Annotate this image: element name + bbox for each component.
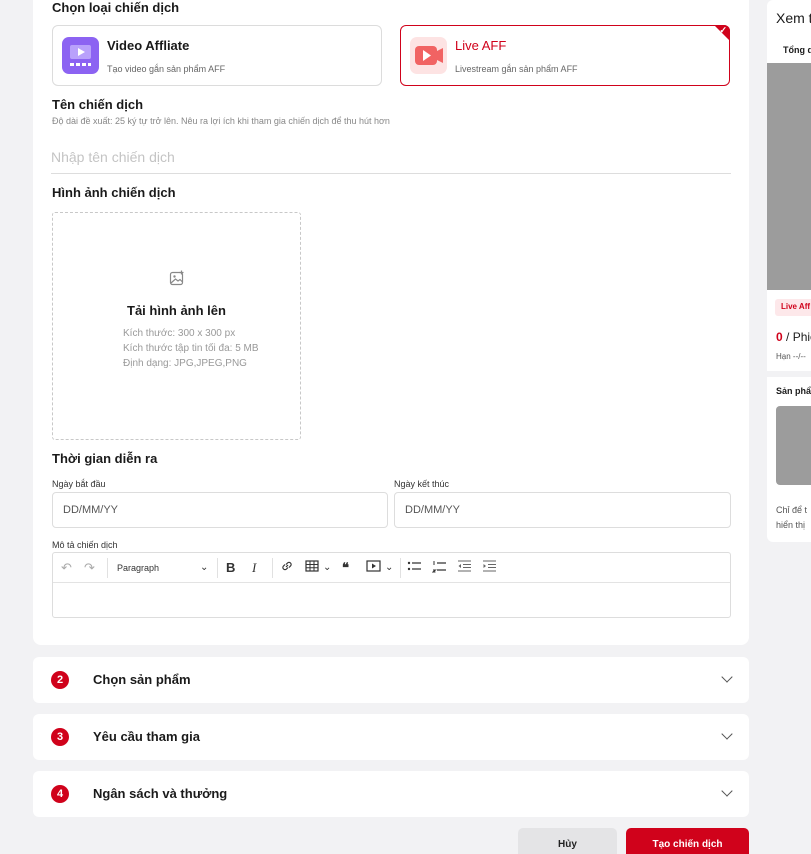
redo-icon[interactable]: ↷ <box>84 559 95 577</box>
step-title: Ngân sách và thưởng <box>93 786 228 801</box>
create-campaign-button[interactable]: Tạo chiến dịch <box>626 828 749 854</box>
preview-image-placeholder <box>767 63 811 290</box>
preview-count-value: 0 <box>776 330 783 344</box>
description-editor[interactable]: ↶ ↷ Paragraph ⌄ B I ⌄ ❝ ⌄ <box>52 552 731 618</box>
chevron-down-icon[interactable] <box>721 671 733 683</box>
bold-button[interactable]: B <box>226 559 235 577</box>
preview-title: Xem t <box>776 10 811 26</box>
type-name-video: Video Affliate <box>107 38 190 53</box>
type-desc-live: Livestream gắn sản phẩm AFF <box>455 64 578 74</box>
campaign-name-title: Tên chiến dịch <box>52 97 144 112</box>
editor-toolbar: ↶ ↷ Paragraph ⌄ B I ⌄ ❝ ⌄ <box>53 553 730 583</box>
numbered-list-icon[interactable] <box>431 559 447 577</box>
type-desc-video: Tạo video gắn sản phẩm AFF <box>107 64 226 74</box>
preview-count-suffix: / Phiê <box>786 330 811 344</box>
end-date-label: Ngày kết thúc <box>394 479 450 489</box>
type-card-live[interactable]: Live AFF Livestream gắn sản phẩm AFF ✓ <box>400 25 730 86</box>
blockquote-icon[interactable]: ❝ <box>342 559 349 577</box>
step-number-badge: 4 <box>51 785 69 803</box>
upload-spec-format: Định dạng: JPG,JPEG,PNG <box>123 358 247 369</box>
upload-spec-size: Kích thước: 300 x 300 px <box>123 328 236 339</box>
table-icon[interactable] <box>305 559 319 577</box>
table-chevron-icon[interactable]: ⌄ <box>323 559 331 577</box>
step-title: Yêu cầu tham gia <box>93 729 200 744</box>
undo-icon[interactable]: ↶ <box>61 559 72 577</box>
preview-count: 0 / Phiê <box>776 330 811 344</box>
upload-title: Tải hình ảnh lên <box>127 303 226 318</box>
campaign-name-hint: Độ dài đề xuất: 25 ký tự trở lên. Nêu ra… <box>52 116 390 126</box>
media-embed-icon[interactable] <box>366 559 381 577</box>
toolbar-divider <box>217 558 218 578</box>
start-date-input[interactable]: DD/MM/YY <box>52 492 388 528</box>
toolbar-divider <box>107 558 108 578</box>
description-label: Mô tả chiến dịch <box>52 540 118 550</box>
preview-live-badge: Live Aff <box>775 299 811 316</box>
live-aff-icon <box>410 37 447 74</box>
indent-icon[interactable] <box>482 559 497 577</box>
step-title: Chọn sản phẩm <box>93 672 191 687</box>
paragraph-select[interactable]: Paragraph <box>117 559 159 577</box>
paragraph-chevron-icon[interactable]: ⌄ <box>200 559 208 577</box>
link-icon[interactable] <box>280 559 294 577</box>
step-budget-rewards[interactable]: 4 Ngân sách và thưởng <box>33 771 749 817</box>
media-chevron-icon[interactable]: ⌄ <box>385 559 393 577</box>
preview-note-line2: hiển thị <box>776 520 806 530</box>
preview-tab-overview[interactable]: Tổng q <box>783 45 811 55</box>
bulleted-list-icon[interactable] <box>407 559 422 577</box>
time-title: Thời gian diễn ra <box>52 451 158 466</box>
campaign-name-input[interactable] <box>51 140 731 174</box>
check-icon: ✓ <box>719 25 727 35</box>
toolbar-divider <box>272 558 273 578</box>
start-date-label: Ngày bắt đầu <box>52 479 106 489</box>
chevron-down-icon[interactable] <box>721 728 733 740</box>
outdent-icon[interactable] <box>457 559 472 577</box>
step-select-products[interactable]: 2 Chọn sản phẩm <box>33 657 749 703</box>
step-number-badge: 2 <box>51 671 69 689</box>
type-name-live: Live AFF <box>455 38 507 53</box>
campaign-type-title: Chọn loại chiến dịch <box>52 0 180 15</box>
preview-product-placeholder <box>776 406 811 485</box>
type-card-video[interactable]: Video Affliate Tạo video gắn sản phẩm AF… <box>52 25 382 86</box>
campaign-image-title: Hình ảnh chiến dịch <box>52 185 176 200</box>
chevron-down-icon[interactable] <box>721 785 733 797</box>
image-upload-icon <box>169 270 185 291</box>
preview-deadline: Hạn --/-- <box>776 352 806 361</box>
upload-spec-filesize: Kích thước tập tin tối đa: 5 MB <box>123 343 259 354</box>
step-participation-requirements[interactable]: 3 Yêu cầu tham gia <box>33 714 749 760</box>
image-upload-area[interactable]: Tải hình ảnh lên Kích thước: 300 x 300 p… <box>52 212 301 440</box>
italic-button[interactable]: I <box>252 559 256 577</box>
preview-panel: Xem t Tổng q Live Aff 0 / Phiê Hạn --/--… <box>767 0 811 542</box>
step-number-badge: 3 <box>51 728 69 746</box>
preview-divider <box>767 371 811 377</box>
preview-note-line1: Chỉ để t <box>776 505 808 515</box>
cancel-button[interactable]: Hủy <box>518 828 617 854</box>
end-date-input[interactable]: DD/MM/YY <box>394 492 731 528</box>
video-affiliate-icon <box>62 37 99 74</box>
preview-products-title: Sản phẩ <box>776 386 811 396</box>
toolbar-divider <box>400 558 401 578</box>
